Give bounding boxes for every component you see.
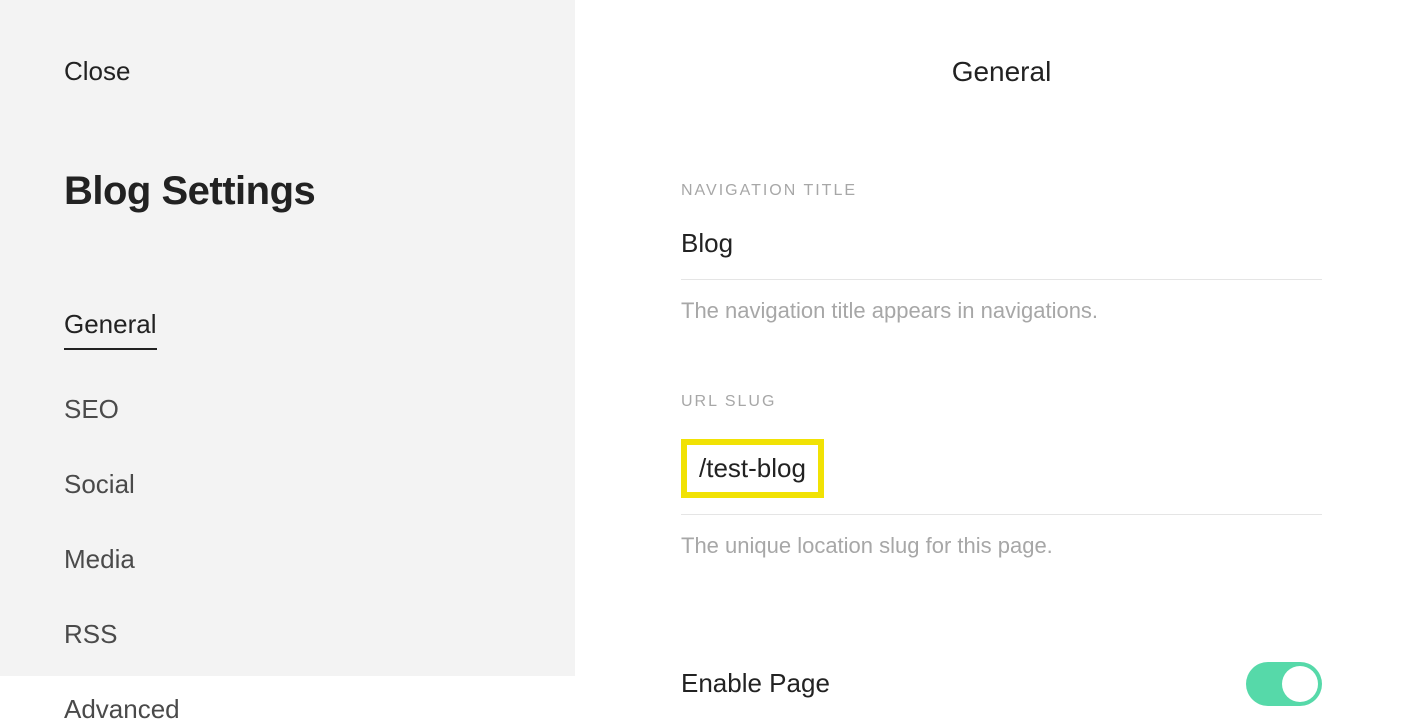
url-slug-group: URL SLUG /test-blog The unique location … <box>681 393 1322 562</box>
enable-page-label: Enable Page <box>681 668 830 699</box>
sidebar-title: Blog Settings <box>64 169 575 214</box>
navigation-title-help: The navigation title appears in navigati… <box>681 296 1322 327</box>
url-slug-input[interactable]: /test-blog <box>699 453 806 483</box>
content-area: NAVIGATION TITLE Blog The navigation tit… <box>681 182 1322 706</box>
panel-title: General <box>575 56 1428 88</box>
main-panel: General NAVIGATION TITLE Blog The naviga… <box>575 0 1428 676</box>
nav-item-social[interactable]: Social <box>64 469 135 500</box>
enable-page-toggle[interactable] <box>1246 662 1322 706</box>
navigation-title-input[interactable]: Blog <box>681 228 1322 280</box>
navigation-title-label: NAVIGATION TITLE <box>681 182 1322 200</box>
nav-item-general[interactable]: General <box>64 309 157 350</box>
nav-item-media[interactable]: Media <box>64 544 135 575</box>
enable-page-row: Enable Page <box>681 662 1322 706</box>
nav-item-rss[interactable]: RSS <box>64 619 117 650</box>
close-button[interactable]: Close <box>64 56 130 87</box>
settings-sidebar: Close Blog Settings General SEO Social M… <box>0 0 575 676</box>
toggle-knob <box>1282 666 1318 702</box>
navigation-title-group: NAVIGATION TITLE Blog The navigation tit… <box>681 182 1322 327</box>
nav-item-seo[interactable]: SEO <box>64 394 119 425</box>
url-slug-help: The unique location slug for this page. <box>681 531 1322 562</box>
nav-item-advanced[interactable]: Advanced <box>64 694 180 725</box>
url-slug-label: URL SLUG <box>681 393 1322 411</box>
settings-nav: General SEO Social Media RSS Advanced <box>64 309 575 725</box>
url-slug-highlight: /test-blog <box>681 439 824 498</box>
url-slug-input-wrap: /test-blog <box>681 439 1322 515</box>
